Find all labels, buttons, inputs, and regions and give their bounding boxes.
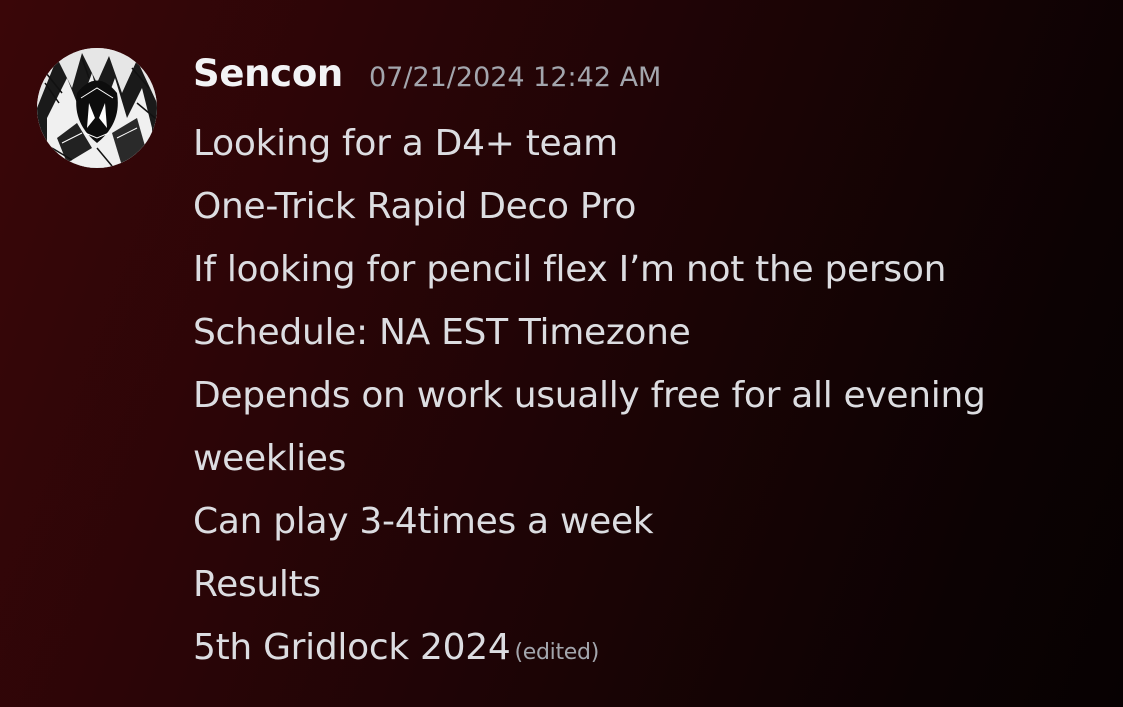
message-line-last: 5th Gridlock 2024 (edited) bbox=[193, 616, 1113, 684]
message-line: Can play 3-4times a week bbox=[193, 501, 654, 542]
edited-label: (edited) bbox=[514, 640, 599, 665]
message-header: Sencon 07/21/2024 12:42 AM bbox=[193, 52, 661, 104]
username[interactable]: Sencon bbox=[193, 52, 343, 95]
message-line: Looking for a D4+ team bbox=[193, 123, 618, 164]
timestamp[interactable]: 07/21/2024 12:42 AM bbox=[369, 62, 661, 93]
message-content: Looking for a D4+ team One-Trick Rapid D… bbox=[193, 112, 1113, 684]
message-line-text: 5th Gridlock 2024 bbox=[193, 627, 511, 668]
message-line: One-Trick Rapid Deco Pro bbox=[193, 186, 637, 227]
chat-message: Sencon 07/21/2024 12:42 AM Looking for a… bbox=[37, 48, 1117, 688]
message-line: Schedule: NA EST Timezone bbox=[193, 312, 691, 353]
message-line: Depends on work usually free for all eve… bbox=[193, 375, 986, 416]
message-line: weeklies bbox=[193, 438, 347, 479]
avatar-artwork bbox=[37, 48, 157, 168]
message-line: If looking for pencil flex I’m not the p… bbox=[193, 249, 947, 290]
message-line: Results bbox=[193, 564, 321, 605]
user-avatar-icon[interactable] bbox=[37, 48, 157, 168]
